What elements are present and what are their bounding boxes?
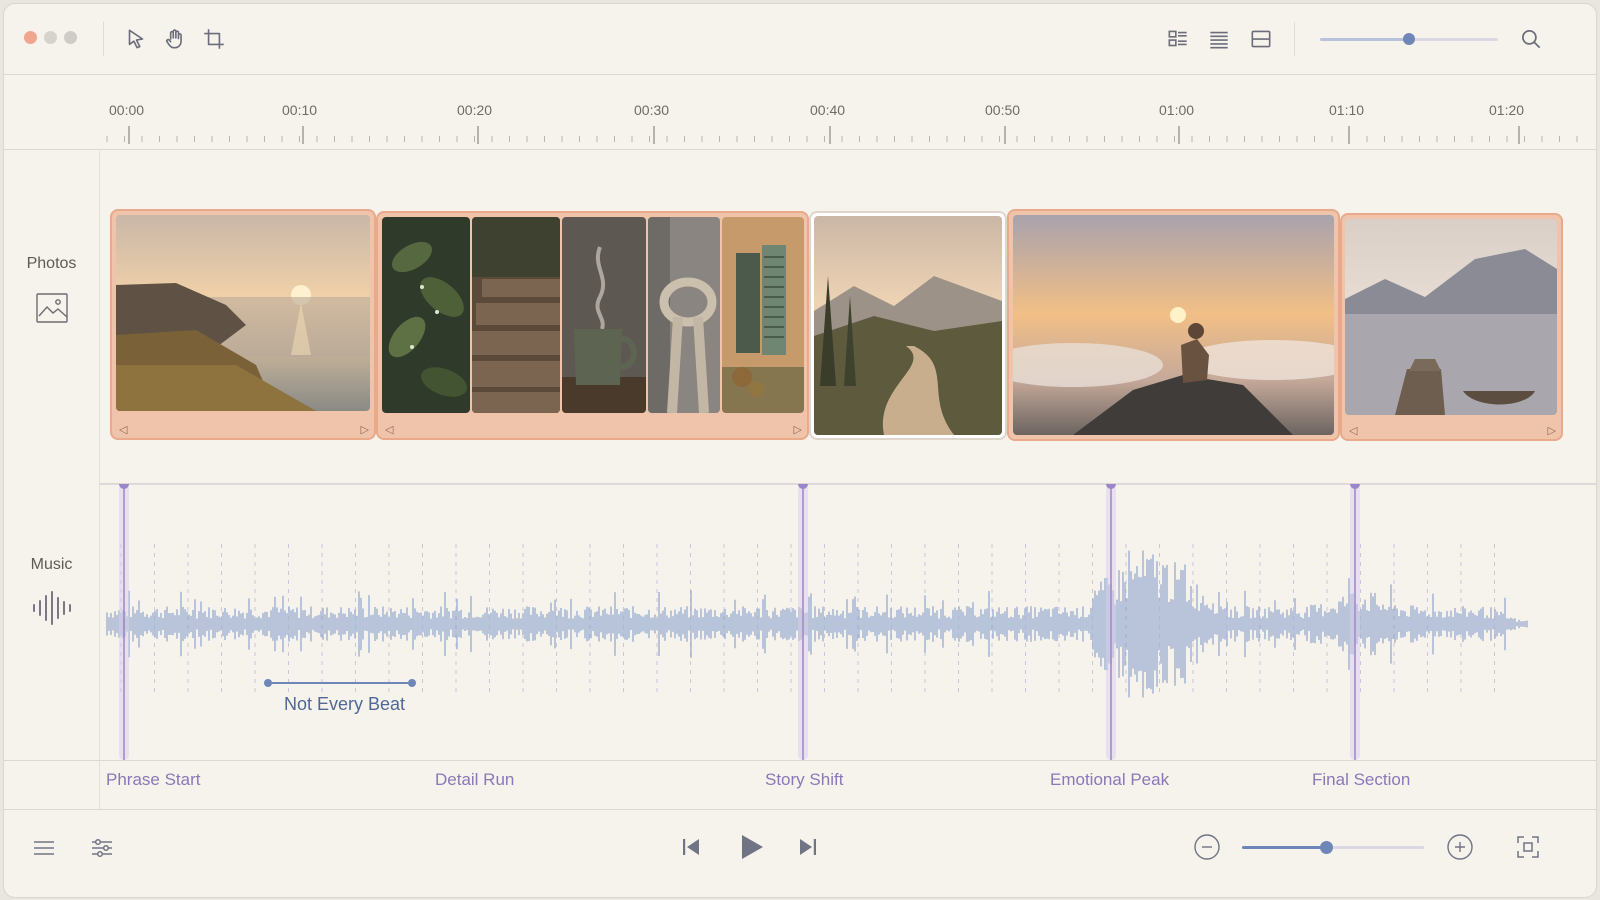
marker-label-final-section[interactable]: Final Section [1312,770,1410,790]
zoom-out-button[interactable] [1193,833,1221,861]
ruler-gutter [4,74,99,150]
lake-dock-thumbnail [1345,219,1557,415]
ruler-label: 01:20 [1489,102,1525,118]
not-every-beat-bracket [264,678,416,688]
zoom-slider-fill [1242,846,1326,849]
photo-clip-coastal-sunset[interactable]: ◁ ▷ [110,209,376,440]
play-icon[interactable] [738,832,766,862]
not-every-beat-label: Not Every Beat [284,694,406,714]
ruler-label: 00:20 [457,102,493,118]
ruler-label: 00:10 [282,102,318,118]
window-minimize-button[interactable] [44,31,57,44]
ruler-label: 01:10 [1329,102,1365,118]
trim-right-handle[interactable]: ▷ [1548,424,1556,437]
rope-knot-frame [648,217,720,413]
list-view-icon[interactable] [1206,26,1232,52]
ruler-label: 00:30 [634,102,670,118]
timeline-ruler[interactable]: 00:00 00:10 00:20 00:30 00:40 00:50 01:0… [99,74,1596,150]
summit-sunrise-thumbnail [1013,215,1334,435]
split-view-icon[interactable] [1248,26,1274,52]
pointer-icon[interactable] [123,26,149,52]
coastal-sunset-thumbnail [116,215,370,411]
zoom-slider-fill [1320,38,1409,41]
photo-clip-winding-road[interactable] [809,211,1007,440]
photo-clip-detail-run[interactable]: ◁ ▷ [376,211,809,440]
photos-track-label: Photos [26,255,77,272]
bottom-bar [4,809,1596,897]
photo-clip-lake-dock[interactable]: ◁ ▷ [1340,213,1563,441]
menu-icon[interactable] [31,835,57,861]
marker-label-detail-run[interactable]: Detail Run [435,770,514,790]
search-icon[interactable] [1518,26,1544,52]
trim-left-handle[interactable]: ◁ [119,423,127,436]
music-track[interactable] [99,484,1596,760]
winding-road-thumbnail [814,216,1002,435]
image-icon [35,292,69,324]
storyboard-view-icon[interactable] [1165,26,1191,52]
track-divider [4,760,1596,761]
timeline-zoom-slider[interactable] [1320,33,1498,45]
wooden-boardwalk-frame [472,217,560,413]
waveform-icon [31,590,73,626]
zoom-in-button[interactable] [1446,833,1474,861]
trim-left-handle[interactable]: ◁ [1349,424,1357,437]
marker-label-emotional-peak[interactable]: Emotional Peak [1050,770,1169,790]
steaming-mug-frame [562,217,646,413]
bottom-zoom-slider[interactable] [1242,841,1424,854]
ruler-label: 00:00 [109,102,145,118]
ruler-ticks [106,126,1578,144]
ruler-label: 01:00 [1159,102,1195,118]
trim-left-handle[interactable]: ◁ [385,423,393,436]
track-header-column: Photos Music [4,149,100,809]
hand-icon[interactable] [162,26,188,52]
trim-right-handle[interactable]: ▷ [361,423,369,436]
skip-back-icon[interactable] [680,836,702,858]
top-toolbar [4,4,1596,75]
zoom-slider-knob[interactable] [1319,841,1333,854]
shuttered-window-frame [722,217,804,413]
toolbar-divider [1294,22,1295,56]
wet-leaves-frame [382,217,470,413]
ruler-label: 00:40 [810,102,846,118]
crop-icon[interactable] [201,26,227,52]
music-track-label: Music [30,556,73,573]
sliders-icon[interactable] [89,835,115,861]
photo-clip-summit-sunrise[interactable] [1007,209,1340,441]
skip-forward-icon[interactable] [797,836,819,858]
toolbar-divider [103,22,104,56]
audio-waveform [99,484,1596,760]
fit-to-screen-icon[interactable] [1515,834,1541,860]
zoom-slider-knob[interactable] [1403,33,1415,45]
window-zoom-button[interactable] [64,31,77,44]
marker-label-phrase-start[interactable]: Phrase Start [106,770,201,790]
ruler-label: 00:50 [985,102,1021,118]
marker-label-story-shift[interactable]: Story Shift [765,770,843,790]
trim-right-handle[interactable]: ▷ [794,423,802,436]
window-close-button[interactable] [24,31,37,44]
app-window: 00:00 00:10 00:20 00:30 00:40 00:50 01:0… [3,3,1597,898]
